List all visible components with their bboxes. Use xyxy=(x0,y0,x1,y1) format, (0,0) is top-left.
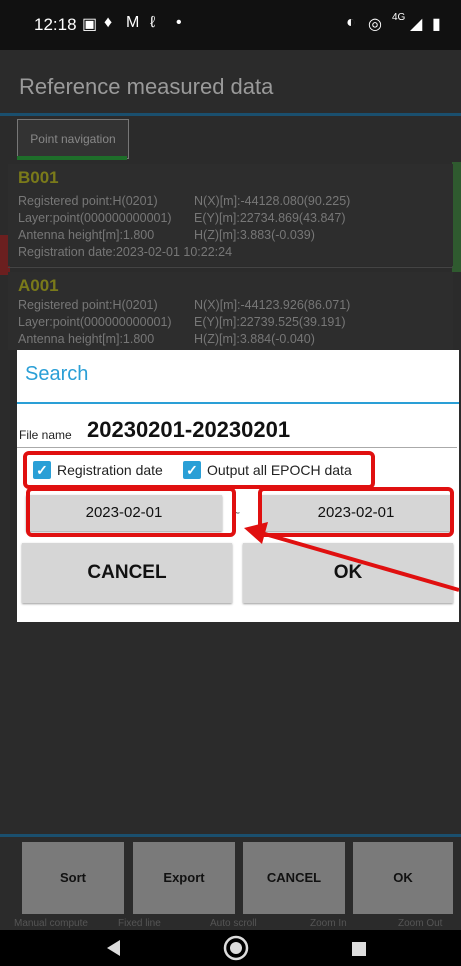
navigation-bar xyxy=(0,930,461,966)
arrow-head xyxy=(244,522,268,544)
back-icon[interactable] xyxy=(104,938,124,958)
recents-icon[interactable] xyxy=(350,940,368,958)
home-icon[interactable] xyxy=(222,934,250,962)
arrow-line xyxy=(257,530,460,592)
annotation-arrow xyxy=(244,522,460,592)
